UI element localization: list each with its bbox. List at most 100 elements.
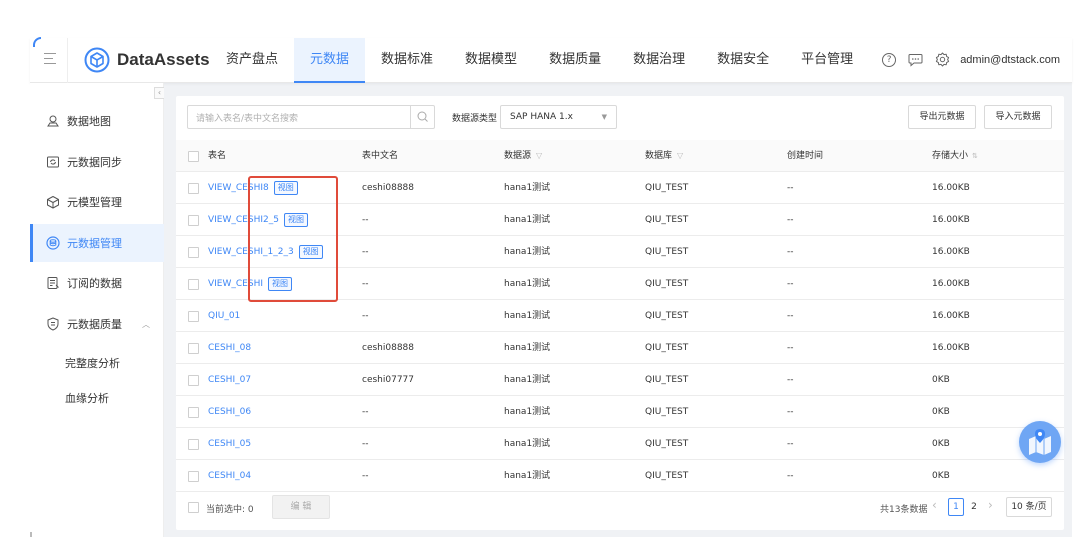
metadata-table: 表名 表中文名 数据源 ▽ 数据库 ▽ 创建时间 存储大小 ⇅ VIEW_CESHI8… [176,140,1064,492]
nav-tab-platform-admin[interactable]: 平台管理 [785,38,869,83]
menu-toggle-icon[interactable] [44,53,56,65]
nav-tab-asset-inventory[interactable]: 资产盘点 [210,38,294,83]
chevron-up-icon[interactable]: ︿ [142,319,150,330]
export-metadata-button[interactable]: 导出元数据 [908,105,976,129]
source-type-value: SAP HANA 1.x [510,112,573,122]
nav-tab-data-governance[interactable]: 数据治理 [617,38,701,83]
sidebar-item-label: 元模型管理 [67,196,122,209]
search-field[interactable] [187,105,435,130]
row-checkbox[interactable] [188,471,199,482]
sidebar-item-metadata-sync[interactable]: 元数据同步 [30,143,164,181]
nav-tab-data-standards[interactable]: 数据标准 [365,38,449,83]
search-input[interactable] [188,108,410,130]
size-cell: 16.00KB [932,311,970,321]
sidebar-subitem-completeness[interactable]: 完整度分析 [65,355,120,371]
column-header-label: 数据源 [504,151,532,161]
sidebar-item-data-map[interactable]: 数据地图 [30,102,164,140]
source-type-label: 数据源类型 [452,114,498,124]
column-header-cn-name: 表中文名 [362,151,399,161]
next-page-icon[interactable]: › [988,498,993,512]
table-name-link[interactable]: VIEW_CESHI2_5 [208,215,279,225]
row-checkbox[interactable] [188,375,199,386]
nav-tab-data-model[interactable]: 数据模型 [449,38,533,83]
filter-icon[interactable]: ▽ [536,140,542,172]
source-type-select[interactable]: SAP HANA 1.x ▼ [500,105,617,129]
nav-tab-metadata[interactable]: 元数据 [294,38,366,83]
import-metadata-button[interactable]: 导入元数据 [984,105,1052,129]
floating-help-button[interactable] [1019,421,1061,463]
search-button[interactable] [410,106,434,128]
row-checkbox[interactable] [188,215,199,226]
cn-name-cell: -- [362,279,369,289]
cn-name-cell: ceshi07777 [362,375,415,385]
database-cell: QIU_TEST [645,215,689,225]
table-header: 表名 表中文名 数据源 ▽ 数据库 ▽ 创建时间 存储大小 ⇅ [176,140,1064,172]
prev-page-icon[interactable]: ‹ [932,498,937,512]
size-cell: 16.00KB [932,279,970,289]
row-checkbox[interactable] [188,279,199,290]
brand-name: DataAssets [117,50,210,69]
sidebar-item-label: 元数据质量 [67,318,122,331]
subscribe-icon [47,277,59,289]
row-checkbox[interactable] [188,311,199,322]
message-icon[interactable] [908,53,923,67]
divider [30,532,32,537]
cn-name-cell: -- [362,247,369,257]
row-checkbox[interactable] [188,343,199,354]
table-row: QIU_01 -- hana1测试 QIU_TEST -- 16.00KB [176,300,1064,332]
column-header-table-name: 表名 [208,151,227,161]
row-checkbox[interactable] [188,183,199,194]
table-name-link[interactable]: CESHI_04 [208,471,251,481]
table-name-cell: QIU_01 [208,300,240,332]
page-size-select[interactable]: 10 条/页 [1006,497,1052,517]
size-cell: 16.00KB [932,215,970,225]
table-name-link[interactable]: VIEW_CESHI [208,279,263,289]
table-name-link[interactable]: QIU_01 [208,311,240,321]
source-cell: hana1测试 [504,215,551,225]
main-content: 数据源类型 SAP HANA 1.x ▼ 导出元数据 导入元数据 表名 表中文名… [176,96,1064,530]
table-name-link[interactable]: VIEW_CESHI8 [208,183,269,193]
sync-icon [47,156,59,168]
table-name-link[interactable]: CESHI_06 [208,407,251,417]
size-cell: 0KB [932,407,950,417]
size-cell: 0KB [932,439,950,449]
table-row: VIEW_CESHI 视图 -- hana1测试 QIU_TEST -- 16.0… [176,268,1064,300]
edit-button[interactable]: 编 辑 [272,495,330,519]
size-cell: 16.00KB [932,183,970,193]
table-name-link[interactable]: CESHI_07 [208,375,251,385]
sidebar-item-subscribed-data[interactable]: 订阅的数据 [30,264,164,302]
row-checkbox[interactable] [188,407,199,418]
selected-count: 当前选中: 0 [206,505,254,515]
source-cell: hana1测试 [504,279,551,289]
table-name-link[interactable]: VIEW_CESHI_1_2_3 [208,247,294,257]
sidebar-subitem-lineage[interactable]: 血缘分析 [65,390,109,406]
cube-icon [47,196,59,209]
nav-tab-data-security[interactable]: 数据安全 [701,38,785,83]
sort-icon[interactable]: ⇅ [972,152,978,160]
cn-name-cell: ceshi08888 [362,343,415,353]
sidebar-item-metadata-management[interactable]: 元数据管理 [30,224,164,262]
table-row: VIEW_CESHI2_5 视图 -- hana1测试 QIU_TEST -- 1… [176,204,1064,236]
nav-tab-data-quality[interactable]: 数据质量 [533,38,617,83]
page-1[interactable]: 1 [948,498,964,516]
map-icon [47,115,59,127]
settings-icon[interactable] [935,52,950,67]
sidebar-item-meta-model[interactable]: 元模型管理 [30,183,164,221]
table-name-link[interactable]: CESHI_08 [208,343,251,353]
filter-icon[interactable]: ▽ [677,140,683,172]
page-2[interactable]: 2 [966,498,982,516]
total-count: 共13条数据 [880,505,928,515]
table-name-link[interactable]: CESHI_05 [208,439,251,449]
help-icon[interactable]: ? [882,52,897,67]
divider [67,38,68,83]
sidebar-item-metadata-quality[interactable]: 元数据质量 ︿ [30,305,164,343]
select-all-checkbox[interactable] [188,151,199,162]
sidebar-collapse-icon[interactable]: ‹ [154,87,164,99]
created-cell: -- [787,439,794,449]
source-cell: hana1测试 [504,311,551,321]
row-checkbox[interactable] [188,247,199,258]
user-account[interactable]: admin@dtstack.com [960,54,1060,66]
row-checkbox[interactable] [188,439,199,450]
footer-select-checkbox[interactable] [188,502,199,513]
brand-logo[interactable]: DataAssets [84,47,210,73]
